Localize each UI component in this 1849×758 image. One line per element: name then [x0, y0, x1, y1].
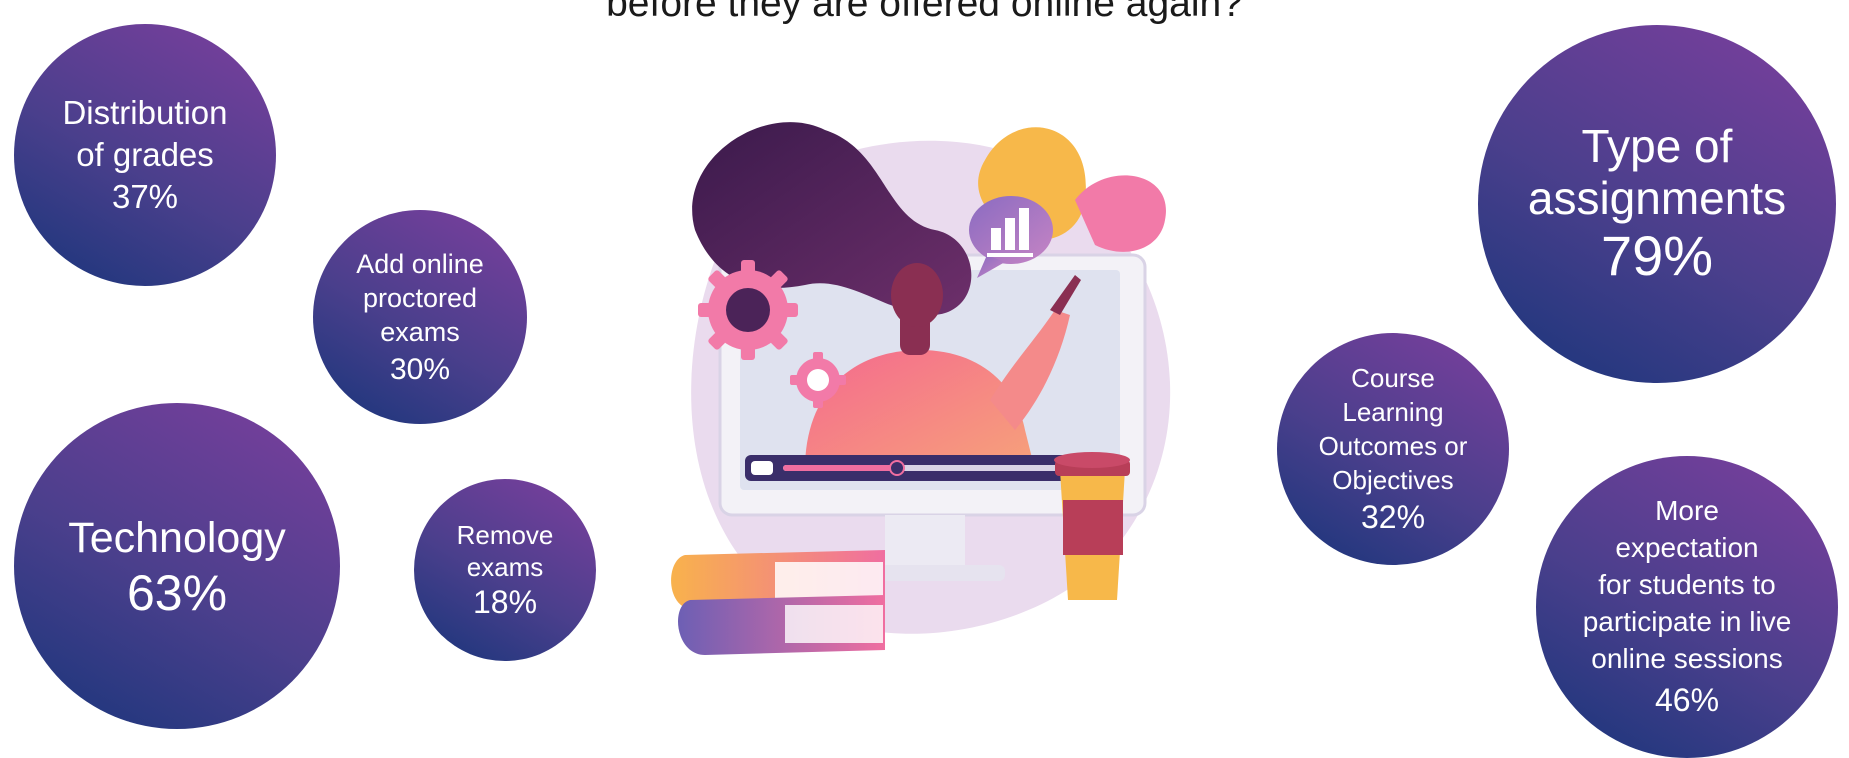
- bubble-label: Course Learning Outcomes or Objectives: [1318, 363, 1468, 495]
- bubble-label: Distribution of grades: [62, 94, 228, 173]
- bubble-percent: 18%: [472, 584, 538, 620]
- page-title: before they are offered online again?: [606, 0, 1243, 25]
- bubble-percent: 79%: [1600, 224, 1714, 287]
- bubble-percent: 32%: [1360, 499, 1426, 535]
- bubble-label: Add online proctored exams: [356, 249, 484, 347]
- gear-icon: [698, 260, 798, 360]
- bubble-percent: 37%: [111, 178, 179, 215]
- bubble-label: Remove exams: [456, 520, 554, 582]
- bubble-percent: 63%: [126, 565, 228, 621]
- bubble-live-session-expectation: More expectation for students to partici…: [1536, 456, 1838, 758]
- bubble-label: More expectation for students to partici…: [1582, 495, 1792, 674]
- bubble-percent: 30%: [389, 353, 451, 386]
- bubble-remove-exams: Remove exams 18%: [414, 479, 596, 661]
- books-icon: [671, 550, 885, 655]
- bubble-technology: Technology 63%: [14, 403, 340, 729]
- bubble-course-learning-outcomes: Course Learning Outcomes or Objectives 3…: [1277, 333, 1509, 565]
- bubble-label: Technology: [68, 514, 286, 562]
- online-teacher-illustration: [671, 122, 1171, 655]
- bubble-online-proctored-exams: Add online proctored exams 30%: [313, 210, 527, 424]
- bubble-type-of-assignments: Type of assignments 79%: [1478, 25, 1836, 383]
- bubble-distribution-of-grades: Distribution of grades 37%: [14, 24, 276, 286]
- bubble-label: Type of assignments: [1527, 120, 1787, 224]
- bubble-percent: 46%: [1654, 682, 1720, 718]
